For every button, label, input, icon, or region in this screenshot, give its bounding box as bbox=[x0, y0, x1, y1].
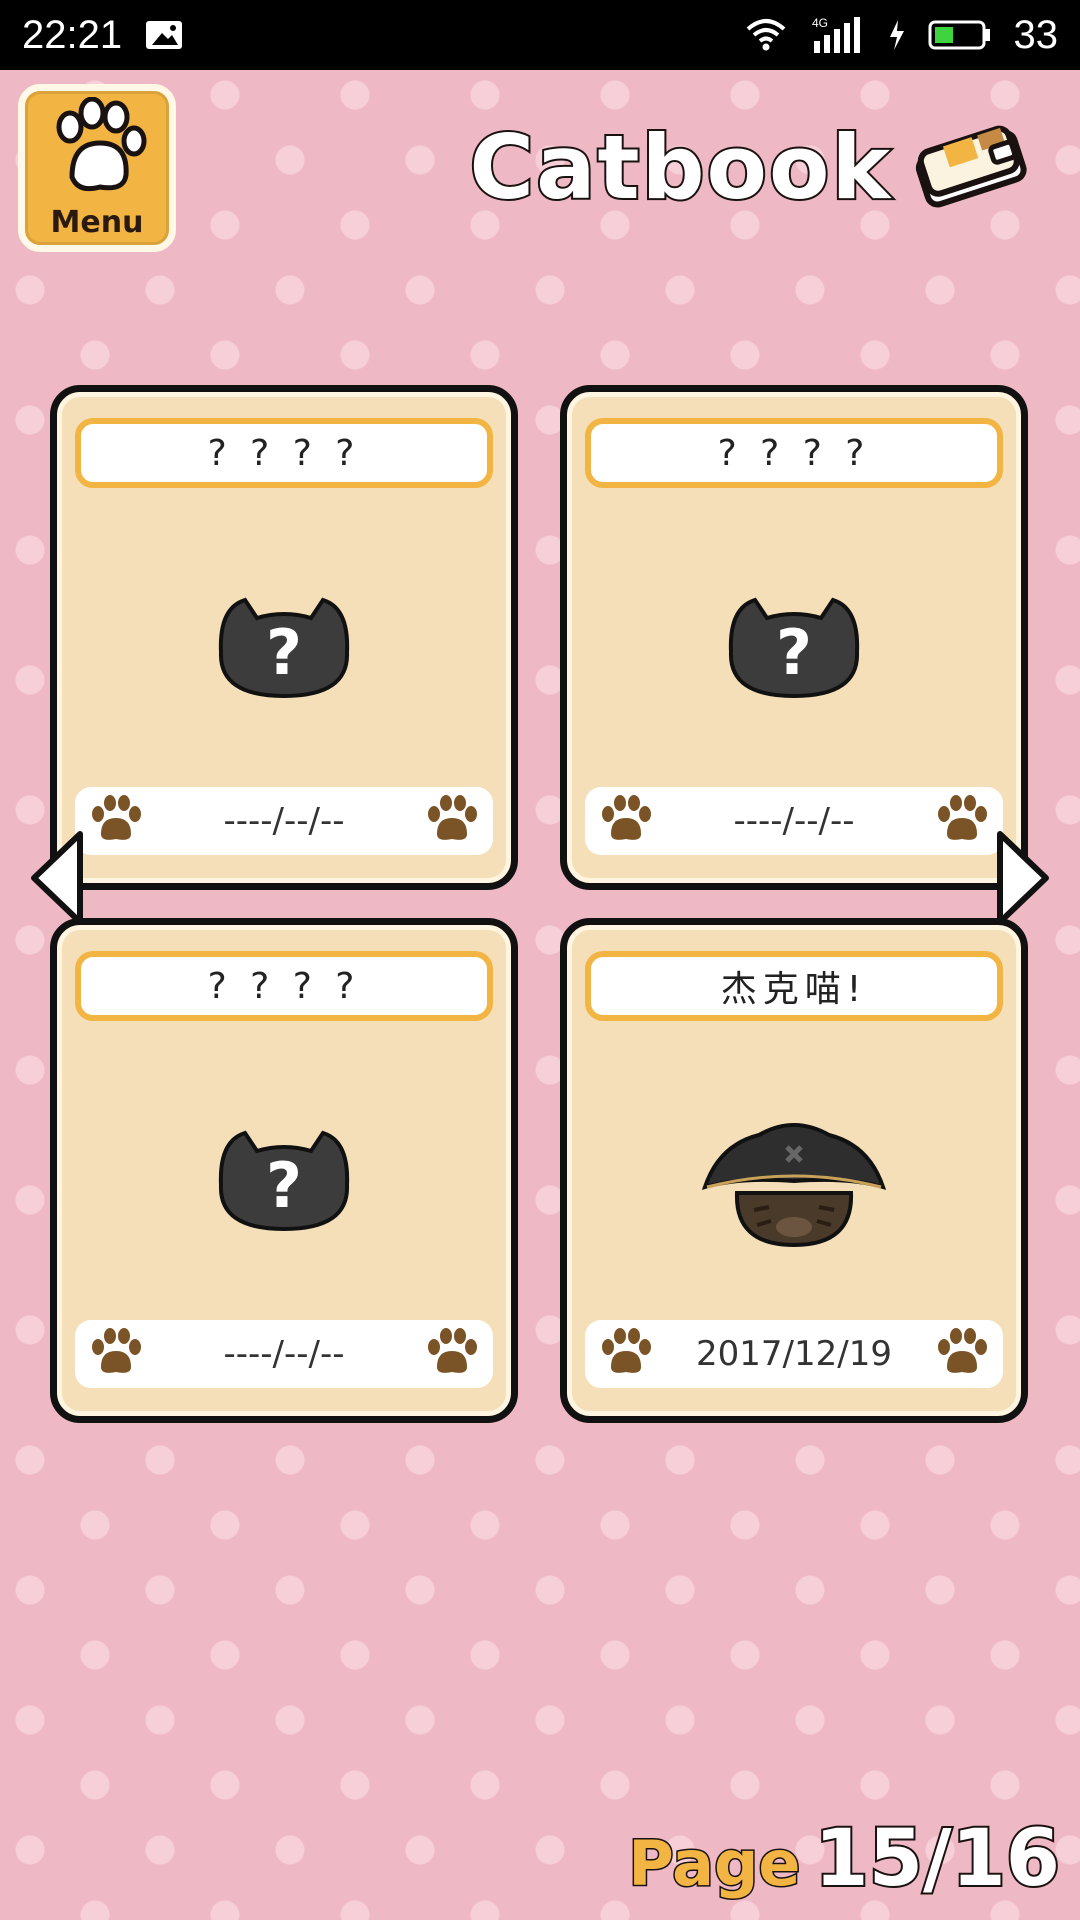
date-row: ----/--/-- bbox=[75, 787, 493, 855]
cat-date: 2017/12/19 bbox=[696, 1334, 892, 1374]
menu-button[interactable]: Menu bbox=[18, 84, 176, 252]
battery-level: 33 bbox=[1013, 12, 1059, 57]
page-label: Page bbox=[627, 1826, 802, 1902]
status-time: 22:21 bbox=[22, 12, 123, 57]
battery-icon bbox=[928, 19, 992, 51]
paw-icon bbox=[597, 1327, 655, 1381]
cat-card-4[interactable]: 杰克喵! 2017/12/19 bbox=[560, 918, 1028, 1423]
cat-card-2[interactable]: ? ? ? ? ? ----/--/-- bbox=[560, 385, 1028, 890]
page-title: Catbook bbox=[468, 114, 892, 221]
cat-date: ----/--/-- bbox=[733, 801, 855, 841]
paw-icon bbox=[933, 794, 991, 848]
svg-text:?: ? bbox=[776, 616, 812, 689]
date-row: ----/--/-- bbox=[585, 787, 1003, 855]
network-type: 4G bbox=[812, 16, 828, 30]
charging-icon bbox=[888, 20, 906, 50]
unknown-cat-icon: ? bbox=[719, 592, 869, 706]
page-header: Catbook bbox=[468, 114, 1030, 221]
arrow-left-icon bbox=[28, 831, 88, 932]
paw-icon bbox=[87, 794, 145, 848]
date-row: 2017/12/19 bbox=[585, 1320, 1003, 1388]
paw-icon bbox=[42, 96, 152, 201]
wifi-icon bbox=[744, 17, 788, 53]
cat-name: 杰克喵! bbox=[585, 951, 1003, 1021]
pirate-cat-icon bbox=[699, 1115, 889, 1259]
status-bar: 22:21 4G 33 bbox=[0, 0, 1080, 70]
cat-name: ? ? ? ? bbox=[585, 418, 1003, 488]
page-indicator: Page 15/16 bbox=[627, 1812, 1062, 1906]
catbook-icon bbox=[910, 115, 1030, 219]
cat-name: ? ? ? ? bbox=[75, 418, 493, 488]
paw-icon bbox=[423, 1327, 481, 1381]
cat-name: ? ? ? ? bbox=[75, 951, 493, 1021]
prev-page-button[interactable] bbox=[28, 828, 88, 928]
cat-date: ----/--/-- bbox=[223, 1334, 345, 1374]
paw-icon bbox=[933, 1327, 991, 1381]
menu-label: Menu bbox=[50, 204, 144, 240]
signal-icon: 4G bbox=[810, 15, 866, 55]
unknown-cat-icon: ? bbox=[209, 1125, 359, 1239]
paw-icon bbox=[423, 794, 481, 848]
cat-card-3[interactable]: ? ? ? ? ? ----/--/-- bbox=[50, 918, 518, 1423]
paw-icon bbox=[87, 1327, 145, 1381]
svg-text:?: ? bbox=[266, 616, 302, 689]
paw-icon bbox=[597, 794, 655, 848]
unknown-cat-icon: ? bbox=[209, 592, 359, 706]
image-icon bbox=[144, 19, 184, 51]
page-number: 15/16 bbox=[812, 1812, 1062, 1906]
arrow-right-icon bbox=[992, 831, 1052, 932]
cat-date: ----/--/-- bbox=[223, 801, 345, 841]
cat-card-1[interactable]: ? ? ? ? ? ----/--/-- bbox=[50, 385, 518, 890]
next-page-button[interactable] bbox=[992, 828, 1052, 928]
svg-text:?: ? bbox=[266, 1149, 302, 1222]
date-row: ----/--/-- bbox=[75, 1320, 493, 1388]
